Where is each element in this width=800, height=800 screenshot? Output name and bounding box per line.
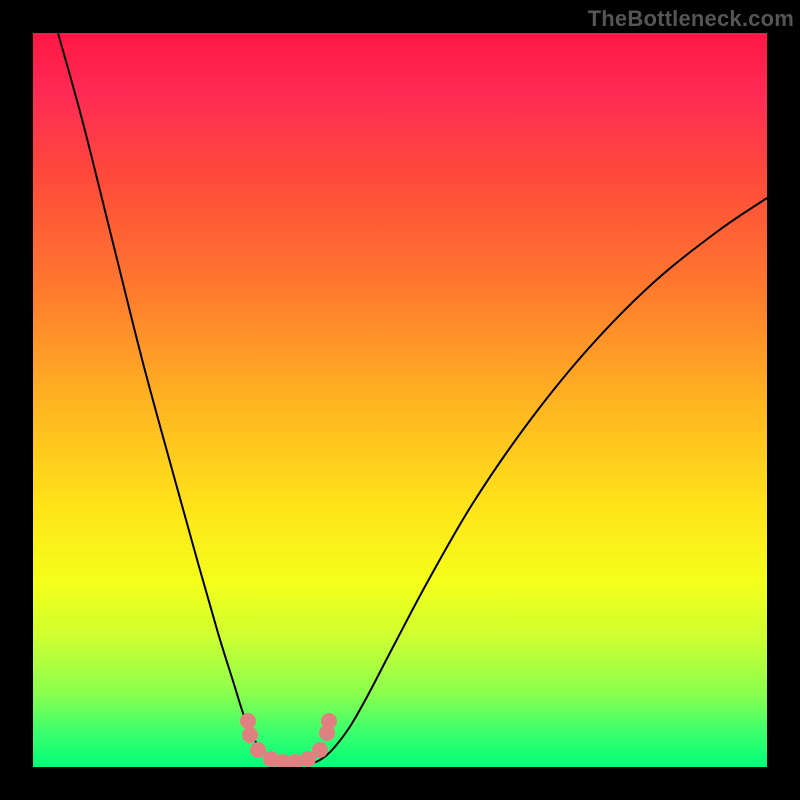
- trough-marker: [312, 742, 328, 758]
- chart-line-layer: [33, 33, 767, 767]
- trough-marker: [240, 713, 256, 729]
- chart-plot-area: [33, 33, 767, 767]
- curve-left-arm: [58, 33, 288, 764]
- trough-marker: [242, 727, 258, 743]
- watermark-text: TheBottleneck.com: [588, 6, 794, 32]
- trough-marker: [250, 742, 266, 758]
- trough-marker: [321, 713, 337, 729]
- curve-right-arm: [308, 198, 767, 764]
